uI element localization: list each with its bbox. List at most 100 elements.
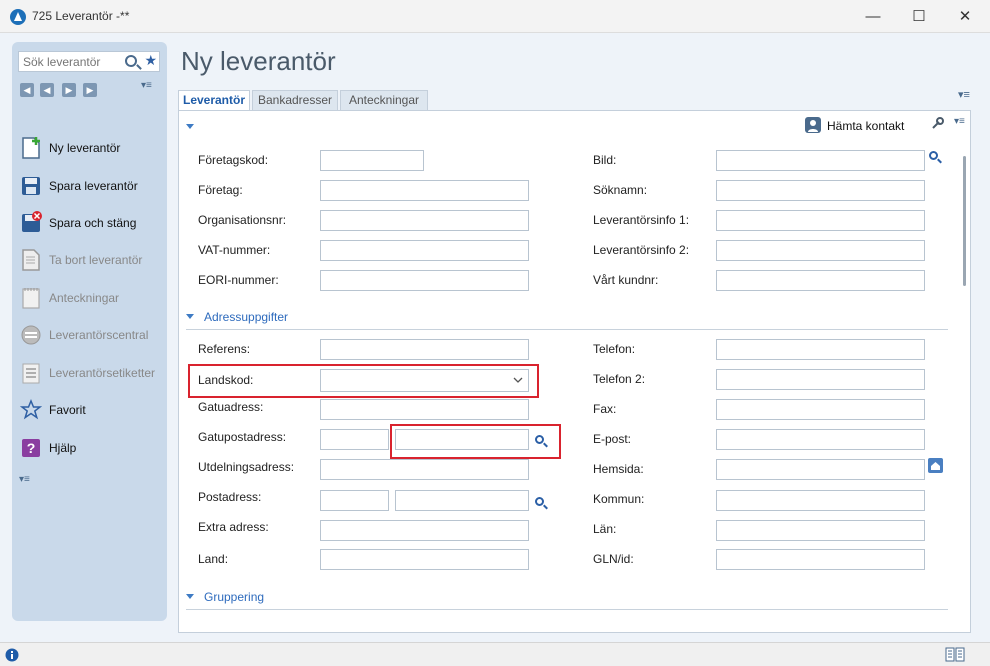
fax-label: Fax: — [593, 402, 617, 416]
eori-number-input[interactable] — [320, 270, 529, 291]
email-input[interactable] — [716, 429, 925, 450]
supplier-info-2-label: Leverantörsinfo 2: — [593, 243, 690, 257]
municipality-input[interactable] — [716, 490, 925, 511]
sidebar-item-notes[interactable]: Anteckningar — [18, 282, 163, 314]
eori-number-label: EORI-nummer: — [198, 273, 279, 287]
grouping-section-header[interactable]: Gruppering — [204, 590, 264, 604]
reference-input[interactable] — [320, 339, 529, 360]
sidebar-customize-icon[interactable]: ▾≡ — [19, 474, 30, 485]
sidebar-menu-icon[interactable]: ▾≡ — [141, 80, 152, 91]
sidebar-item-label: Favorit — [49, 403, 86, 417]
supplier-info-2-input[interactable] — [716, 240, 925, 261]
sidebar-item-supplier-labels[interactable]: Leverantörsetiketter — [18, 357, 163, 389]
vat-number-input[interactable] — [320, 240, 529, 261]
sidebar-item-label: Hjälp — [49, 441, 77, 455]
page-options-icon[interactable]: ▾≡ — [958, 88, 970, 101]
street-address-input[interactable] — [320, 399, 529, 420]
first-record-button[interactable]: ◀ — [20, 83, 34, 97]
website-label: Hemsida: — [593, 462, 644, 476]
company-code-label: Företagskod: — [198, 153, 269, 167]
search-icon[interactable] — [125, 55, 137, 67]
next-record-button[interactable]: ▶ — [62, 83, 76, 97]
gln-id-input[interactable] — [716, 549, 925, 570]
new-document-icon — [22, 137, 40, 159]
labels-icon — [22, 363, 40, 384]
sidebar-item-help[interactable]: ? Hjälp — [18, 432, 163, 464]
home-icon[interactable] — [928, 458, 943, 473]
wrench-icon[interactable] — [931, 117, 944, 130]
org-number-input[interactable] — [320, 210, 529, 231]
country-code-label: Landskod: — [198, 373, 254, 387]
street-postal-city-input[interactable] — [395, 429, 529, 450]
phone-2-label: Telefon 2: — [593, 372, 646, 386]
street-postal-code-input[interactable] — [320, 429, 389, 450]
minimize-button[interactable]: — — [850, 0, 896, 33]
sidebar-item-label: Anteckningar — [49, 291, 120, 305]
phone-label: Telefon: — [593, 342, 636, 356]
grouping-section-toggle-icon[interactable] — [186, 594, 194, 599]
country-input[interactable] — [320, 549, 529, 570]
tab-supplier[interactable]: Leverantör — [178, 90, 250, 112]
county-label: Län: — [593, 522, 617, 536]
sidebar-item-label: Ta bort leverantör — [49, 253, 143, 267]
supplier-search-box[interactable]: ★ — [18, 51, 160, 72]
book-icon[interactable] — [945, 647, 965, 662]
search-name-label: Söknamn: — [593, 183, 648, 197]
sidebar-item-favorite[interactable]: Favorit — [18, 394, 163, 426]
collapse-all-icon[interactable] — [186, 124, 194, 129]
fax-input[interactable] — [716, 399, 925, 420]
company-input[interactable] — [320, 180, 529, 201]
star-icon[interactable]: ★ — [144, 52, 157, 69]
svg-text:?: ? — [27, 440, 36, 456]
company-code-input[interactable] — [320, 150, 424, 171]
fetch-contact-button[interactable]: Hämta kontakt — [827, 119, 904, 133]
image-input[interactable] — [716, 150, 925, 171]
help-icon: ? — [22, 439, 40, 457]
last-record-button[interactable]: ▶ — [83, 83, 97, 97]
window-title: 725 Leverantör -** — [32, 9, 130, 23]
postal-search-icon[interactable] — [535, 497, 544, 506]
phone-2-input[interactable] — [716, 369, 925, 390]
sidebar-item-delete-supplier[interactable]: Ta bort leverantör — [18, 244, 163, 276]
search-name-input[interactable] — [716, 180, 925, 201]
extra-address-label: Extra adress: — [198, 520, 269, 534]
website-input[interactable] — [716, 459, 925, 480]
postal-code-input[interactable] — [320, 490, 389, 511]
image-label: Bild: — [593, 153, 617, 167]
delivery-address-input[interactable] — [320, 459, 529, 480]
tab-notes[interactable]: Anteckningar — [340, 90, 428, 111]
county-input[interactable] — [716, 520, 925, 541]
form-scrollbar[interactable] — [961, 148, 969, 613]
our-customer-number-input[interactable] — [716, 270, 925, 291]
chevron-down-icon — [513, 377, 523, 383]
sidebar-item-save-supplier[interactable]: Spara leverantör — [18, 170, 163, 202]
panel-options-icon[interactable]: ▾≡ — [954, 116, 965, 127]
postal-city-input[interactable] — [395, 490, 529, 511]
extra-address-input[interactable] — [320, 520, 529, 541]
maximize-button[interactable]: ☐ — [896, 0, 942, 33]
tab-bank-addresses[interactable]: Bankadresser — [252, 90, 338, 111]
close-button[interactable]: ✕ — [942, 0, 988, 33]
supplier-info-1-label: Leverantörsinfo 1: — [593, 213, 690, 227]
address-section-header[interactable]: Adressuppgifter — [204, 310, 288, 324]
address-section-toggle-icon[interactable] — [186, 314, 194, 319]
phone-input[interactable] — [716, 339, 925, 360]
address-section-divider — [186, 329, 948, 330]
image-search-icon[interactable] — [929, 151, 938, 160]
supplier-search-input[interactable] — [23, 54, 119, 69]
org-number-label: Organisationsnr: — [198, 213, 287, 227]
supplier-info-1-input[interactable] — [716, 210, 925, 231]
delivery-address-label: Utdelningsadress: — [198, 460, 295, 474]
previous-record-button[interactable]: ◀ — [40, 83, 54, 97]
sidebar-item-save-and-close[interactable]: Spara och stäng — [18, 207, 163, 239]
notepad-icon — [22, 288, 40, 309]
sidebar-item-label: Spara leverantör — [49, 179, 138, 193]
save-close-icon — [22, 211, 42, 232]
sidebar-item-supplier-central[interactable]: Leverantörscentral — [18, 319, 163, 351]
country-code-dropdown[interactable] — [320, 369, 529, 392]
scrollbar-thumb[interactable] — [963, 156, 966, 286]
central-icon — [21, 325, 41, 345]
info-icon[interactable] — [5, 648, 19, 662]
sidebar-item-new-supplier[interactable]: Ny leverantör — [18, 132, 163, 164]
street-postal-search-icon[interactable] — [535, 435, 544, 444]
